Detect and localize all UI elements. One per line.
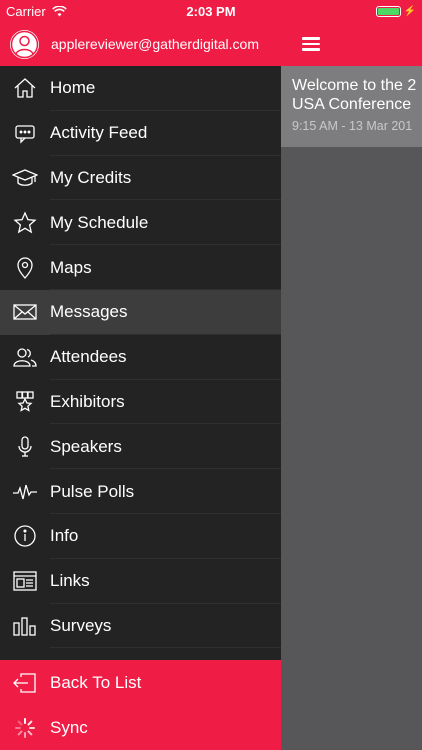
home-icon <box>0 66 50 110</box>
status-bar: Carrier ⚡ 2:03 PM <box>0 0 422 22</box>
carrier-label: Carrier <box>6 3 46 19</box>
menu-item-label: My Schedule <box>50 212 149 232</box>
menu-item-label: Speakers <box>50 436 122 456</box>
menu-item-info[interactable]: Info <box>0 514 281 559</box>
main-content: Welcome to the 2 USA Conference 9:15 AM … <box>281 0 422 750</box>
microphone-icon <box>0 425 50 469</box>
menu-item-exhibitors[interactable]: Exhibitors <box>0 380 281 425</box>
menu-item-label: Links <box>50 571 90 591</box>
map-pin-icon <box>0 246 50 290</box>
menu-item-label: Home <box>50 78 96 98</box>
menu-item-label: Messages <box>50 302 128 322</box>
drawer-header[interactable]: applereviewer@gatherdigital.com <box>0 22 281 66</box>
back-to-list-button[interactable]: Back To List <box>0 660 281 705</box>
status-bar-right: ⚡ <box>281 0 422 22</box>
user-email: applereviewer@gatherdigital.com <box>51 36 259 52</box>
menu-item-label: Activity Feed <box>50 123 148 143</box>
menu-item-label: Surveys <box>50 615 112 635</box>
sync-button[interactable]: Sync <box>0 705 281 750</box>
user-icon <box>10 30 39 58</box>
menu-item-maps[interactable]: Maps <box>0 245 281 290</box>
menu-item-surveys[interactable]: Surveys <box>0 604 281 649</box>
menu-item-speakers[interactable]: Speakers <box>0 424 281 469</box>
feed-timestamp: 9:15 AM - 13 Mar 201 <box>292 119 413 133</box>
menu-item-label: Attendees <box>50 347 127 367</box>
menu-item-home[interactable]: Home <box>0 66 281 111</box>
star-icon <box>0 201 50 245</box>
drawer-menu: Home Activity Feed My Credits My Schedul… <box>0 66 281 660</box>
sync-label: Sync <box>50 717 88 737</box>
people-icon <box>0 335 50 379</box>
menu-item-pulse-polls[interactable]: Pulse Polls <box>0 469 281 514</box>
spinner-icon <box>0 706 50 750</box>
charging-bolt-icon: ⚡ <box>403 5 416 17</box>
battery-icon <box>375 5 401 17</box>
hamburger-menu-icon[interactable] <box>302 34 320 54</box>
exit-icon <box>0 661 50 705</box>
status-bar-left: Carrier <box>0 0 281 22</box>
menu-item-attendees[interactable]: Attendees <box>0 335 281 380</box>
menu-item-activity-feed[interactable]: Activity Feed <box>0 111 281 156</box>
feed-title-line1: Welcome to the 2 <box>292 77 417 94</box>
menu-item-label: Exhibitors <box>50 391 125 411</box>
wifi-icon <box>51 5 67 16</box>
menu-item-my-schedule[interactable]: My Schedule <box>0 200 281 245</box>
nav-bar <box>281 22 422 66</box>
drawer-footer: Back To List Sync <box>0 660 281 750</box>
graduation-cap-icon <box>0 156 50 200</box>
chat-bubble-icon <box>0 111 50 155</box>
feed-card[interactable]: Welcome to the 2 USA Conference 9:15 AM … <box>281 66 422 147</box>
avatar[interactable] <box>10 29 39 59</box>
menu-item-label: My Credits <box>50 167 132 187</box>
bar-chart-icon <box>0 604 50 648</box>
side-drawer: applereviewer@gatherdigital.com Home Act… <box>0 0 281 750</box>
menu-item-label: Maps <box>50 257 92 277</box>
pulse-icon <box>0 470 50 514</box>
browser-window-icon <box>0 559 50 603</box>
back-to-list-label: Back To List <box>50 672 142 692</box>
exhibitor-star-icon <box>0 380 50 424</box>
menu-item-messages[interactable]: Messages <box>0 289 281 335</box>
feed-title-line2: USA Conference <box>292 96 412 113</box>
menu-item-label: Pulse Polls <box>50 481 135 501</box>
menu-item-my-credits[interactable]: My Credits <box>0 156 281 201</box>
envelope-icon <box>0 290 50 334</box>
menu-item-label: Info <box>50 526 79 546</box>
menu-item-links[interactable]: Links <box>0 559 281 604</box>
info-icon <box>0 514 50 558</box>
